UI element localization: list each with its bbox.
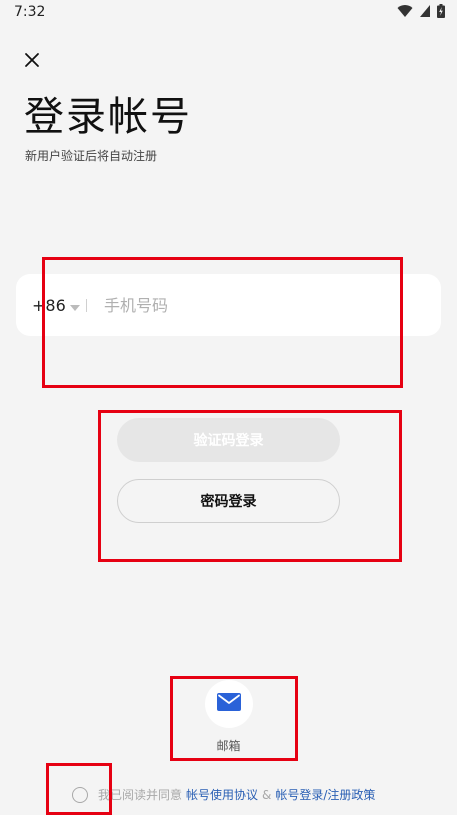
field-divider xyxy=(86,299,87,312)
agreement-row: 我已阅读并同意 帐号使用协议 & 帐号登录/注册政策 xyxy=(72,786,375,803)
phone-input-card: +86 xyxy=(16,274,441,336)
caret-down-icon xyxy=(69,296,80,315)
agreement-checkbox[interactable] xyxy=(72,786,88,803)
status-icons xyxy=(397,3,445,22)
close-icon xyxy=(24,52,40,72)
country-code: +86 xyxy=(32,295,66,315)
password-login-button[interactable]: 密码登录 xyxy=(117,479,340,523)
signal-icon xyxy=(419,3,431,22)
country-code-selector[interactable]: +86 xyxy=(32,274,80,336)
email-label: 邮箱 xyxy=(216,739,241,753)
close-button[interactable] xyxy=(20,50,44,74)
email-login-option[interactable]: 邮箱 xyxy=(198,680,259,754)
terms-link[interactable]: 帐号使用协议 xyxy=(186,786,258,803)
page-subtitle: 新用户验证后将自动注册 xyxy=(25,149,158,163)
email-button[interactable] xyxy=(204,680,253,728)
wifi-icon xyxy=(397,3,413,22)
mail-icon xyxy=(216,693,241,715)
policy-link[interactable]: 帐号登录/注册政策 xyxy=(275,786,375,803)
agreement-text: 我已阅读并同意 xyxy=(98,788,183,802)
phone-number-input[interactable] xyxy=(104,290,424,320)
agreement-ampersand: & xyxy=(262,787,272,802)
page-title: 登录帐号 xyxy=(24,94,192,140)
status-time: 7:32 xyxy=(14,4,46,20)
status-bar: 7:32 xyxy=(0,0,457,26)
code-login-button[interactable]: 验证码登录 xyxy=(117,418,340,462)
battery-icon xyxy=(437,3,445,22)
